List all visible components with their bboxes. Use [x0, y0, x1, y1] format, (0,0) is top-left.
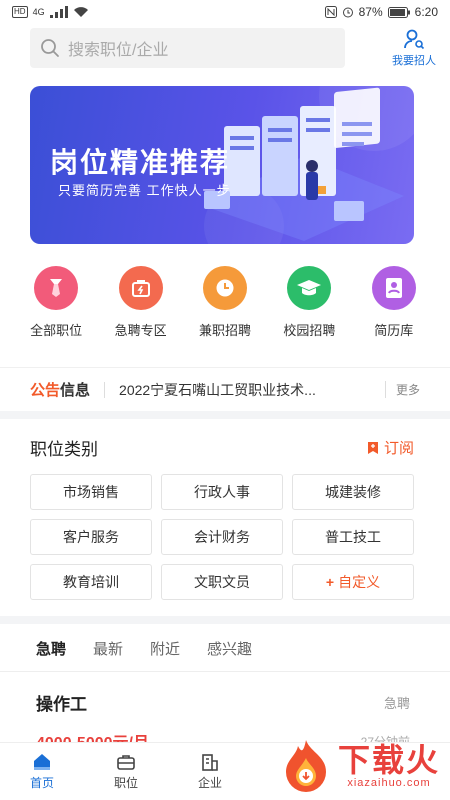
hd-badge: HD — [12, 6, 28, 18]
resume-icon — [385, 278, 402, 298]
quick-icon-bg — [371, 266, 416, 310]
flame-logo-icon — [285, 740, 326, 792]
battery-percent: 87% — [358, 5, 383, 19]
tab-interested[interactable]: 感兴趣 — [207, 638, 252, 671]
category-item[interactable]: 行政人事 — [161, 474, 283, 510]
quick-label: 急聘专区 — [114, 323, 167, 338]
category-grid: 市场销售 行政人事 城建装修 客户服务 会计财务 普工技工 教育培训 文职文员 … — [0, 460, 450, 600]
job-tabs: 急聘 最新 附近 感兴趣 — [0, 624, 450, 672]
category-item[interactable]: 教育培训 — [30, 564, 152, 600]
tabbar-home[interactable]: 首页 — [0, 743, 84, 800]
watermark-main: 下载火 — [337, 742, 440, 778]
quick-part-time[interactable]: 兼职招聘 — [189, 266, 261, 339]
section-gap — [0, 616, 450, 624]
category-title: 职位类别 — [30, 440, 98, 459]
quick-campus[interactable]: 校园招聘 — [273, 266, 345, 339]
notice-text[interactable]: 2022宁夏石嘴山工贸职业技术... — [119, 380, 377, 400]
quick-label: 兼职招聘 — [198, 323, 251, 338]
job-title: 操作工 — [36, 695, 87, 714]
home-icon — [34, 753, 50, 770]
alarm-icon — [342, 7, 353, 18]
tab-urgent[interactable]: 急聘 — [36, 638, 66, 671]
plus-icon: + — [325, 574, 335, 590]
quick-label: 全部职位 — [30, 323, 83, 338]
quick-resume-db[interactable]: 简历库 — [358, 266, 430, 339]
notice-brand-a: 公告 — [30, 382, 61, 399]
search-icon — [41, 39, 59, 57]
wifi-icon — [73, 7, 88, 17]
quick-label: 简历库 — [374, 323, 414, 338]
tabbar-label: 首页 — [29, 775, 54, 790]
watermark: 下载火 xiazaihuo.com — [280, 738, 440, 794]
quick-urgent[interactable]: 急聘专区 — [105, 266, 177, 339]
watermark-sub: xiazaihuo.com — [347, 777, 431, 789]
banner-subtitle: 只要简历完善 工作快人一步 — [58, 183, 231, 198]
custom-category-button[interactable]: + 自定义 — [292, 564, 414, 600]
post-job-label: 我要招人 — [392, 55, 436, 67]
tabbar-label: 职位 — [113, 775, 138, 790]
subscribe-button[interactable]: 订阅 — [366, 437, 414, 458]
quick-icon-bg — [202, 266, 247, 310]
tabbar-jobs[interactable]: 职位 — [84, 743, 168, 800]
search-box[interactable]: 搜索职位/企业 — [30, 28, 345, 68]
building-icon — [202, 753, 218, 771]
quick-label: 校园招聘 — [283, 323, 336, 338]
notice-more-link[interactable]: 更多 — [384, 381, 420, 398]
recruit-user-icon — [404, 29, 425, 50]
bookmark-icon — [367, 441, 378, 454]
subscribe-label: 订阅 — [383, 440, 414, 457]
category-item[interactable]: 城建装修 — [292, 474, 414, 510]
quick-icon-bg — [118, 266, 163, 310]
signal-icon — [49, 6, 68, 18]
job-urgent-tag: 急聘 — [383, 696, 410, 711]
category-item[interactable]: 普工技工 — [292, 519, 414, 555]
tabbar-label: 企业 — [197, 775, 222, 790]
tie-icon — [50, 279, 63, 297]
grad-cap-icon — [297, 280, 322, 296]
nfc-icon — [324, 6, 337, 18]
tab-latest[interactable]: 最新 — [93, 638, 123, 671]
search-placeholder: 搜索职位/企业 — [68, 42, 169, 59]
bag-icon — [131, 280, 150, 297]
status-bar: HD 4G 87% 6:20 — [0, 0, 450, 24]
briefcase-icon — [117, 754, 135, 770]
quick-all-jobs[interactable]: 全部职位 — [20, 266, 92, 339]
banner-title: 岗位精准推荐 — [50, 147, 231, 178]
category-header: 职位类别 订阅 — [0, 419, 450, 460]
category-item[interactable]: 客户服务 — [30, 519, 152, 555]
notice-bar[interactable]: 公告信息 2022宁夏石嘴山工贸职业技术... 更多 — [0, 367, 450, 411]
clock-time: 6:20 — [414, 5, 438, 19]
header: 搜索职位/企业 我要招人 — [0, 26, 450, 70]
category-item[interactable]: 文职文员 — [161, 564, 283, 600]
network-label: 4G — [32, 7, 45, 17]
quick-links: 全部职位 急聘专区 兼职招聘 校园招聘 简历库 — [0, 266, 450, 339]
battery-icon — [387, 6, 410, 18]
quick-icon-bg — [34, 266, 79, 310]
category-item[interactable]: 市场销售 — [30, 474, 152, 510]
notice-brand-b: 信息 — [60, 382, 91, 399]
section-gap — [0, 411, 450, 419]
promo-banner[interactable]: 岗位精准推荐 只要简历完善 工作快人一步 — [30, 86, 414, 244]
tabbar-companies[interactable]: 企业 — [168, 743, 252, 800]
divider — [104, 381, 106, 398]
post-job-button[interactable]: 我要招人 — [386, 28, 442, 68]
tab-nearby[interactable]: 附近 — [150, 638, 180, 671]
clock-icon — [216, 279, 234, 297]
notice-brand: 公告信息 — [30, 379, 90, 400]
quick-icon-bg — [287, 266, 332, 310]
custom-label: 自定义 — [338, 574, 381, 590]
category-item[interactable]: 会计财务 — [161, 519, 283, 555]
